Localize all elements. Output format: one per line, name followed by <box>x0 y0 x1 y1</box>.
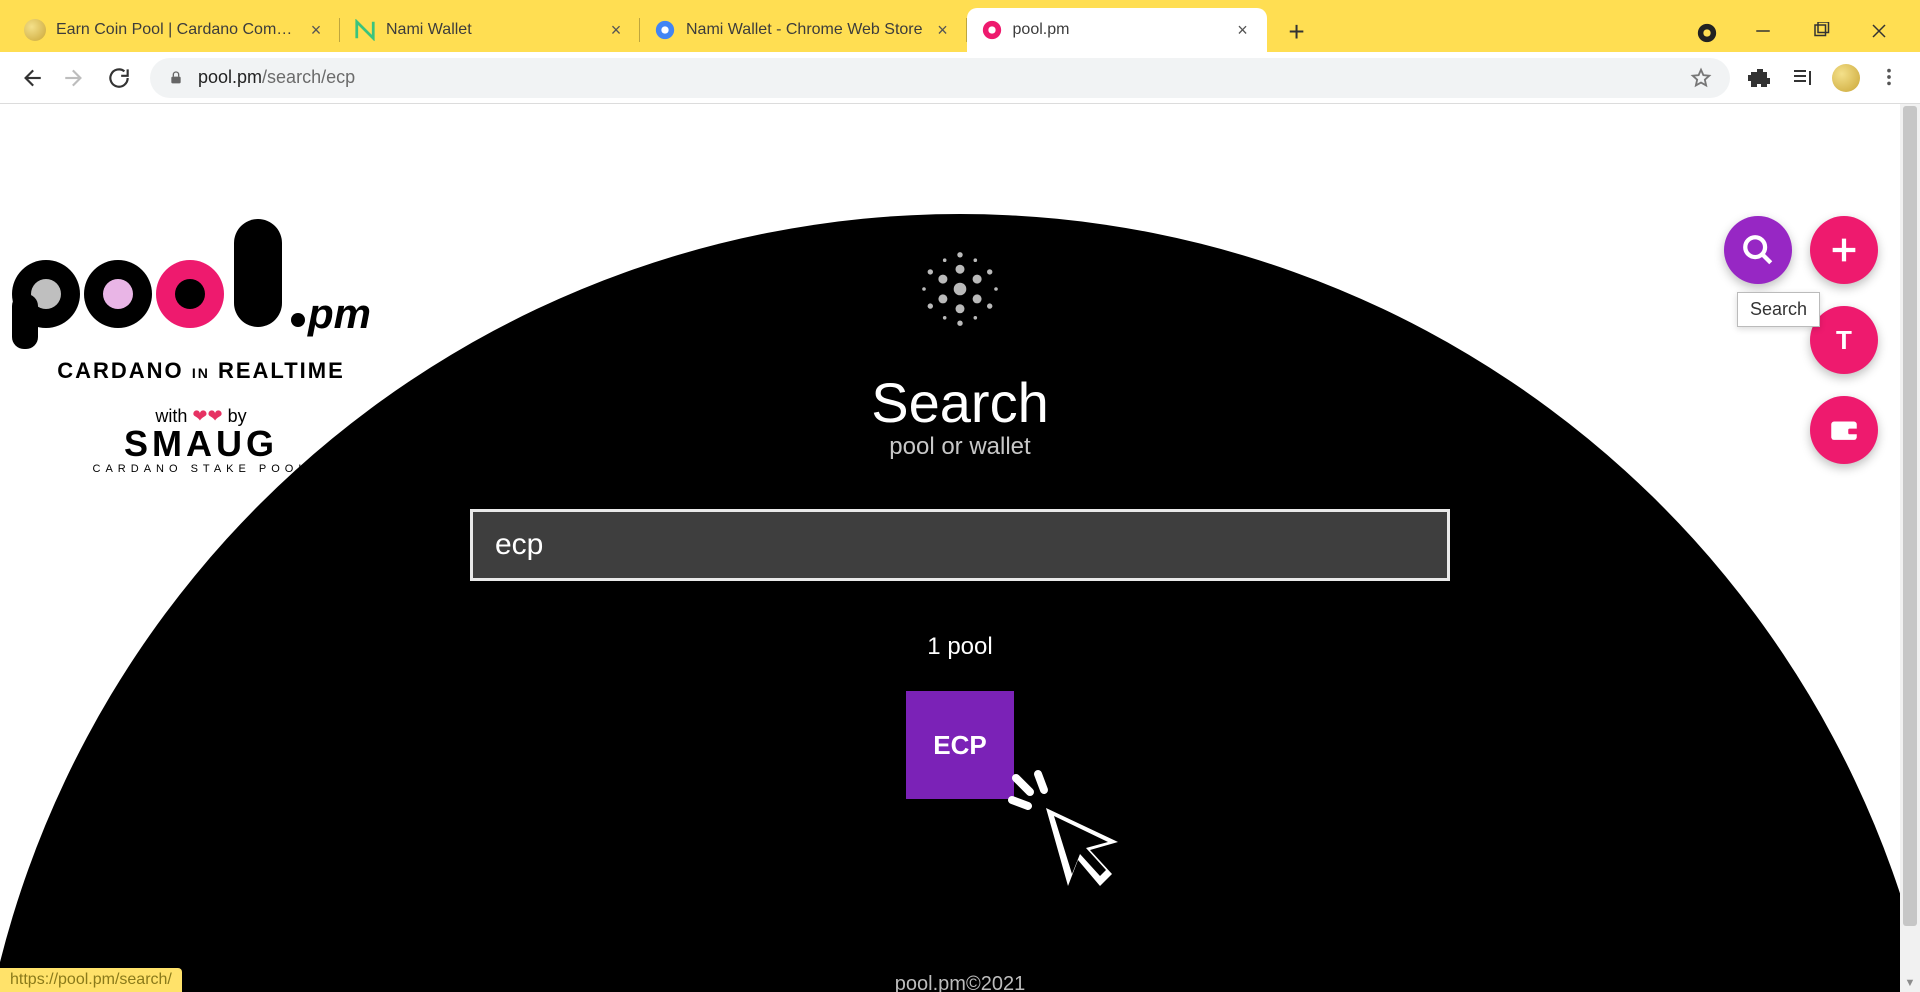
site-logo[interactable]: pm CARDANO IN REALTIME with ❤❤ by SMAUG … <box>6 214 396 475</box>
search-fab-button[interactable] <box>1724 216 1792 284</box>
wallet-fab-button[interactable] <box>1810 396 1878 464</box>
search-icon <box>1741 233 1775 267</box>
browser-tab-0[interactable]: Earn Coin Pool | Cardano Community × <box>10 8 340 52</box>
account-icon[interactable] <box>1696 22 1716 42</box>
smaug-credit: with ❤❤ by SMAUG CARDANO STAKE POOL <box>6 406 396 475</box>
close-tab-icon[interactable]: × <box>1233 20 1253 41</box>
svg-text:pm: pm <box>307 290 371 337</box>
search-panel: Search pool or wallet 1 pool ECP <box>450 244 1470 799</box>
pool-result-tile[interactable]: ECP <box>906 691 1014 799</box>
window-titlebar: Earn Coin Pool | Cardano Community × Nam… <box>0 0 1920 52</box>
nami-favicon-icon <box>354 19 376 41</box>
floating-action-buttons: T <box>1724 216 1878 464</box>
url-text: pool.pm/search/ecp <box>198 67 1676 88</box>
minimize-icon[interactable] <box>1754 22 1774 42</box>
window-buttons <box>1666 22 1920 52</box>
result-count: 1 pool <box>927 633 992 661</box>
poolpm-logo-icon: pm <box>6 214 386 364</box>
browser-tab-3[interactable]: pool.pm × <box>967 8 1267 52</box>
browser-tab-2[interactable]: Nami Wallet - Chrome Web Store × <box>640 8 967 52</box>
vertical-scrollbar[interactable]: ▲ ▼ <box>1900 104 1920 992</box>
search-heading: Search <box>871 370 1048 435</box>
add-fab-button[interactable] <box>1810 216 1878 284</box>
nav-back-button[interactable] <box>18 65 44 91</box>
link-status-hint: https://pool.pm/search/ <box>0 968 182 992</box>
token-fab-label: T <box>1836 325 1852 356</box>
browser-tab-1[interactable]: Nami Wallet × <box>340 8 640 52</box>
tab-strip: Earn Coin Pool | Cardano Community × Nam… <box>0 0 1666 52</box>
close-window-icon[interactable] <box>1870 22 1890 42</box>
reading-list-icon[interactable] <box>1790 66 1814 90</box>
bookmark-star-icon[interactable] <box>1690 67 1712 89</box>
extensions-icon[interactable] <box>1748 66 1772 90</box>
maximize-icon[interactable] <box>1812 22 1832 42</box>
scroll-down-icon[interactable]: ▼ <box>1900 974 1920 992</box>
tab-title: Earn Coin Pool | Cardano Community <box>56 21 296 39</box>
tab-title: pool.pm <box>1013 21 1223 39</box>
plus-icon <box>1827 233 1861 267</box>
search-tooltip: Search <box>1737 292 1820 327</box>
search-subheading: pool or wallet <box>889 433 1030 461</box>
webstore-favicon-icon <box>654 19 676 41</box>
wallet-icon <box>1827 413 1861 447</box>
new-tab-button[interactable]: + <box>1277 12 1317 52</box>
chrome-menu-icon[interactable] <box>1878 66 1902 90</box>
pool-ticker: ECP <box>933 730 986 761</box>
close-tab-icon[interactable]: × <box>306 20 326 41</box>
lock-icon <box>168 70 184 86</box>
address-bar[interactable]: pool.pm/search/ecp <box>150 58 1730 98</box>
close-tab-icon[interactable]: × <box>606 20 626 41</box>
search-input[interactable] <box>495 528 1425 562</box>
coin-favicon-icon <box>24 19 46 41</box>
close-tab-icon[interactable]: × <box>933 20 953 41</box>
token-fab-button[interactable]: T <box>1810 306 1878 374</box>
profile-avatar-icon[interactable] <box>1832 64 1860 92</box>
nav-forward-button[interactable] <box>62 65 88 91</box>
search-box <box>470 509 1450 581</box>
page-footer: pool.pm©2021 <box>895 973 1025 992</box>
nav-reload-button[interactable] <box>106 65 132 91</box>
tab-title: Nami Wallet - Chrome Web Store <box>686 21 923 39</box>
logo-tagline: CARDANO IN REALTIME <box>6 358 396 384</box>
tab-title: Nami Wallet <box>386 21 596 39</box>
browser-toolbar: pool.pm/search/ecp <box>0 52 1920 104</box>
scroll-thumb[interactable] <box>1903 106 1917 926</box>
poolpm-favicon-icon <box>981 19 1003 41</box>
cardano-logo-icon <box>915 244 1005 334</box>
page-viewport: pm CARDANO IN REALTIME with ❤❤ by SMAUG … <box>0 104 1920 992</box>
